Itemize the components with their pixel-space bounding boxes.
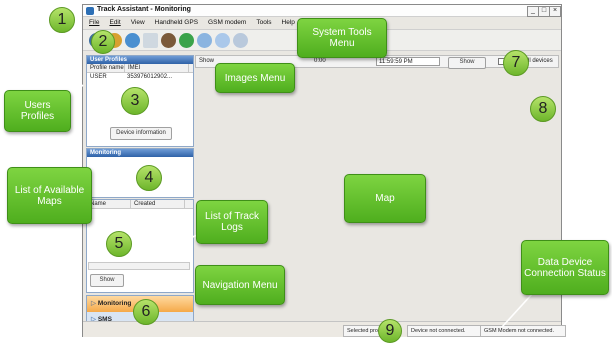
callout-list-of-maps: List of Available Maps [7,167,92,224]
annotation-number-5: 5 [106,231,132,257]
annotation-number-3: 3 [121,87,149,115]
callout-images-menu: Images Menu [215,63,295,93]
annotation-number-6: 6 [133,299,159,325]
annotation-number-1: 1 [49,7,75,33]
annotation-number-2: 2 [91,30,115,54]
annotation-number-4: 4 [136,165,162,191]
callout-navigation-menu: Navigation Menu [195,265,285,305]
annotation-number-9: 9 [378,319,402,343]
callout-system-tools-menu: System Tools Menu [297,18,387,58]
callout-map: Map [344,174,426,223]
callout-users-profiles: Users Profiles [4,90,71,132]
connector-maps [87,169,131,191]
callout-data-device-status: Data Device Connection Status [521,240,609,295]
callout-list-of-track-logs: List of Track Logs [196,200,268,244]
connector-track-logs [159,234,198,253]
annotation-number-8: 8 [530,96,556,122]
annotation-number-7: 7 [503,50,529,76]
